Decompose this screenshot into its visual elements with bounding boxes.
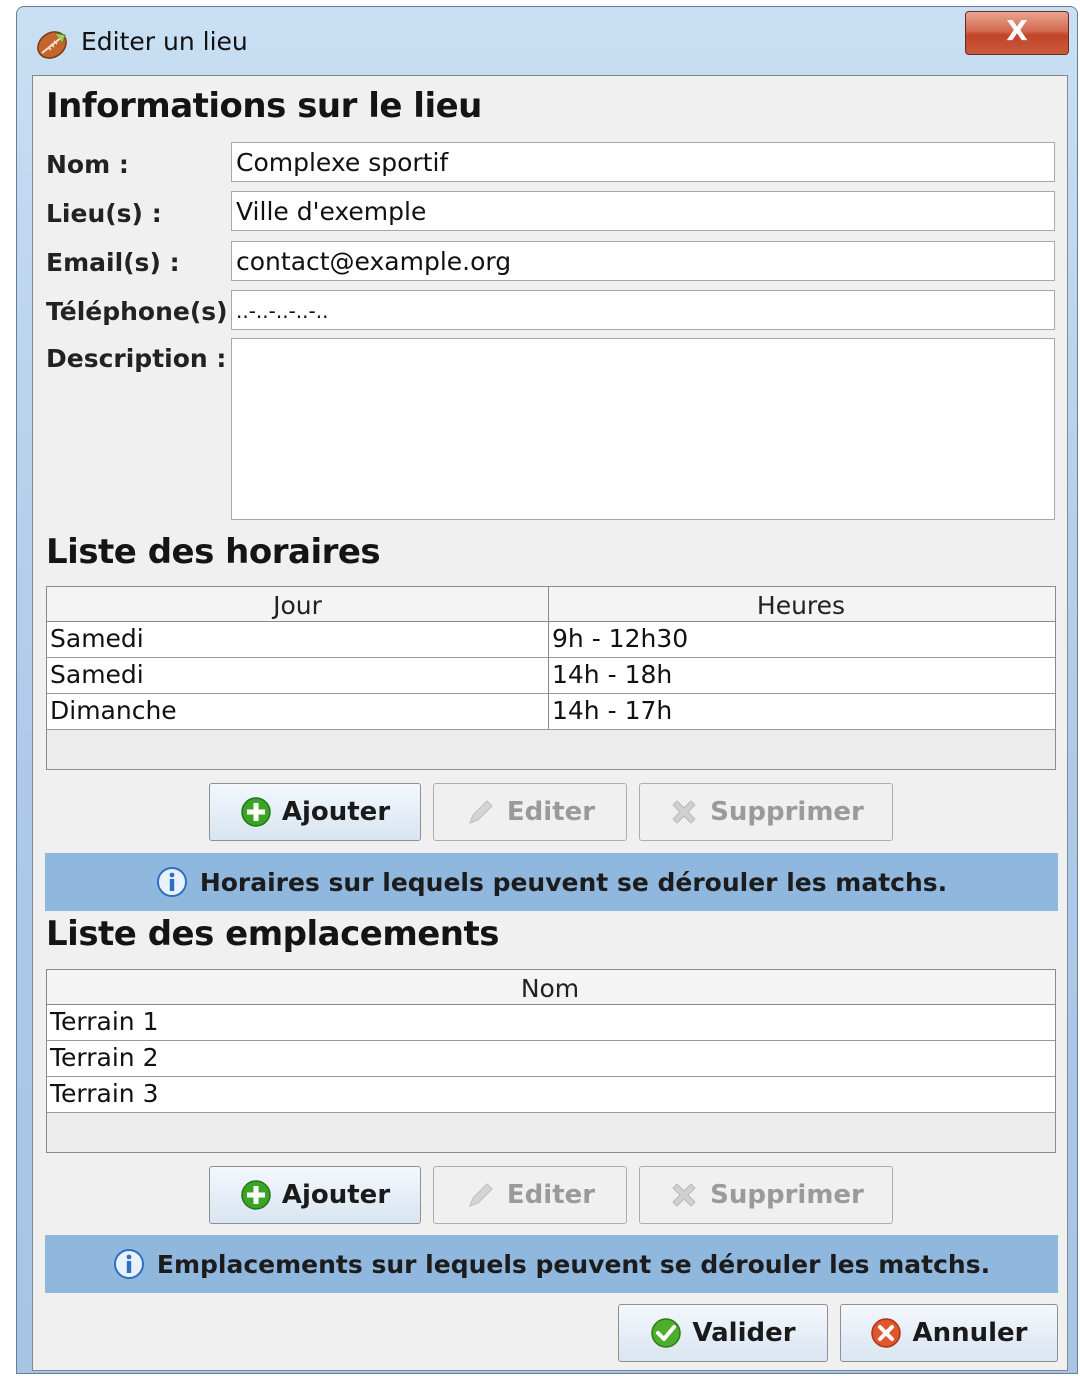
- dialog-content: Informations sur le lieu Nom : Complexe …: [32, 75, 1068, 1371]
- check-circle-icon: [651, 1318, 682, 1348]
- emplacements-info-bar: Emplacements sur lequels peuvent se déro…: [45, 1235, 1058, 1293]
- section-title-horaires: Liste des horaires: [46, 532, 381, 572]
- table-cell: Dimanche: [47, 694, 549, 729]
- table-cell: 14h - 17h: [552, 696, 673, 725]
- table-row[interactable]: Terrain 3: [47, 1077, 1055, 1113]
- horaires-delete-label: Supprimer: [710, 797, 864, 827]
- cancel-button[interactable]: Annuler: [840, 1304, 1058, 1362]
- emplacements-edit-button[interactable]: Editer: [433, 1166, 627, 1224]
- label-lieux: Lieu(s) :: [46, 199, 162, 228]
- window-title: Editer un lieu: [81, 27, 248, 56]
- horaires-edit-label: Editer: [506, 797, 596, 827]
- close-button[interactable]: X: [965, 11, 1069, 55]
- ball-icon: [37, 31, 67, 59]
- info-icon: [113, 1249, 144, 1279]
- emplacements-delete-label: Supprimer: [710, 1180, 864, 1210]
- table-header: Jour Heures: [47, 587, 1055, 622]
- x-circle-icon: [871, 1318, 902, 1348]
- pencil-icon: [469, 1183, 493, 1207]
- column-header-heures[interactable]: Heures: [549, 587, 1053, 621]
- label-nom: Nom :: [46, 150, 129, 179]
- column-header-jour[interactable]: Jour: [47, 587, 549, 621]
- label-telephones: Téléphone(s) :: [46, 297, 247, 326]
- horaires-add-button[interactable]: Ajouter: [209, 783, 421, 841]
- table-row[interactable]: Dimanche 14h - 17h: [47, 694, 1055, 730]
- table-cell: 14h - 18h: [552, 660, 673, 689]
- lieux-input[interactable]: Ville d'exemple: [231, 191, 1055, 231]
- emplacements-add-label: Ajouter: [281, 1180, 391, 1210]
- table-row[interactable]: Terrain 2: [47, 1041, 1055, 1077]
- table-row[interactable]: Samedi 14h - 18h: [47, 658, 1055, 694]
- plus-circle-icon: [241, 797, 271, 827]
- telephones-input[interactable]: ..-..-..-..-..: [231, 290, 1055, 330]
- label-emails: Email(s) :: [46, 248, 180, 277]
- emplacements-edit-label: Editer: [506, 1180, 596, 1210]
- pencil-icon: [469, 800, 493, 824]
- emplacements-table: Nom Terrain 1 Terrain 2 Terrain 3: [46, 969, 1056, 1153]
- nom-input[interactable]: Complexe sportif: [231, 142, 1055, 182]
- table-row[interactable]: Samedi 9h - 12h30: [47, 622, 1055, 658]
- label-description: Description :: [46, 344, 227, 373]
- emplacements-info-text: Emplacements sur lequels peuvent se déro…: [156, 1249, 991, 1279]
- table-cell: Samedi: [47, 658, 549, 693]
- horaires-add-label: Ajouter: [281, 797, 391, 827]
- table-header: Nom: [47, 970, 1055, 1005]
- title-bar[interactable]: Editer un lieu X: [17, 7, 1077, 75]
- description-textarea[interactable]: [231, 338, 1055, 520]
- validate-label: Valider: [692, 1318, 796, 1348]
- horaires-table: Jour Heures Samedi 9h - 12h30 Samedi 14h…: [46, 586, 1056, 770]
- table-cell: Terrain 3: [50, 1079, 159, 1108]
- horaires-info-bar: Horaires sur lequels peuvent se dérouler…: [45, 853, 1058, 911]
- plus-circle-icon: [241, 1180, 271, 1210]
- horaires-edit-button[interactable]: Editer: [433, 783, 627, 841]
- section-title-emplacements: Liste des emplacements: [46, 914, 500, 954]
- emails-input[interactable]: contact@example.org: [231, 241, 1055, 281]
- x-cross-icon: [672, 1183, 696, 1207]
- horaires-delete-button[interactable]: Supprimer: [639, 783, 893, 841]
- emplacements-delete-button[interactable]: Supprimer: [639, 1166, 893, 1224]
- dialog-window: Editer un lieu X Informations sur le lie…: [16, 6, 1078, 1374]
- table-cell: 9h - 12h30: [552, 624, 689, 653]
- section-title-informations: Informations sur le lieu: [46, 86, 482, 126]
- table-row[interactable]: Terrain 1: [47, 1005, 1055, 1041]
- info-icon: [156, 867, 187, 897]
- column-header-nom[interactable]: Nom: [47, 970, 1053, 1004]
- table-cell: Terrain 1: [50, 1007, 159, 1036]
- emplacements-add-button[interactable]: Ajouter: [209, 1166, 421, 1224]
- table-cell: Terrain 2: [50, 1043, 159, 1072]
- table-cell: Samedi: [47, 622, 549, 657]
- cancel-label: Annuler: [912, 1318, 1028, 1348]
- close-icon: X: [1006, 14, 1028, 47]
- horaires-info-text: Horaires sur lequels peuvent se dérouler…: [199, 867, 948, 897]
- validate-button[interactable]: Valider: [618, 1304, 828, 1362]
- x-cross-icon: [672, 800, 696, 824]
